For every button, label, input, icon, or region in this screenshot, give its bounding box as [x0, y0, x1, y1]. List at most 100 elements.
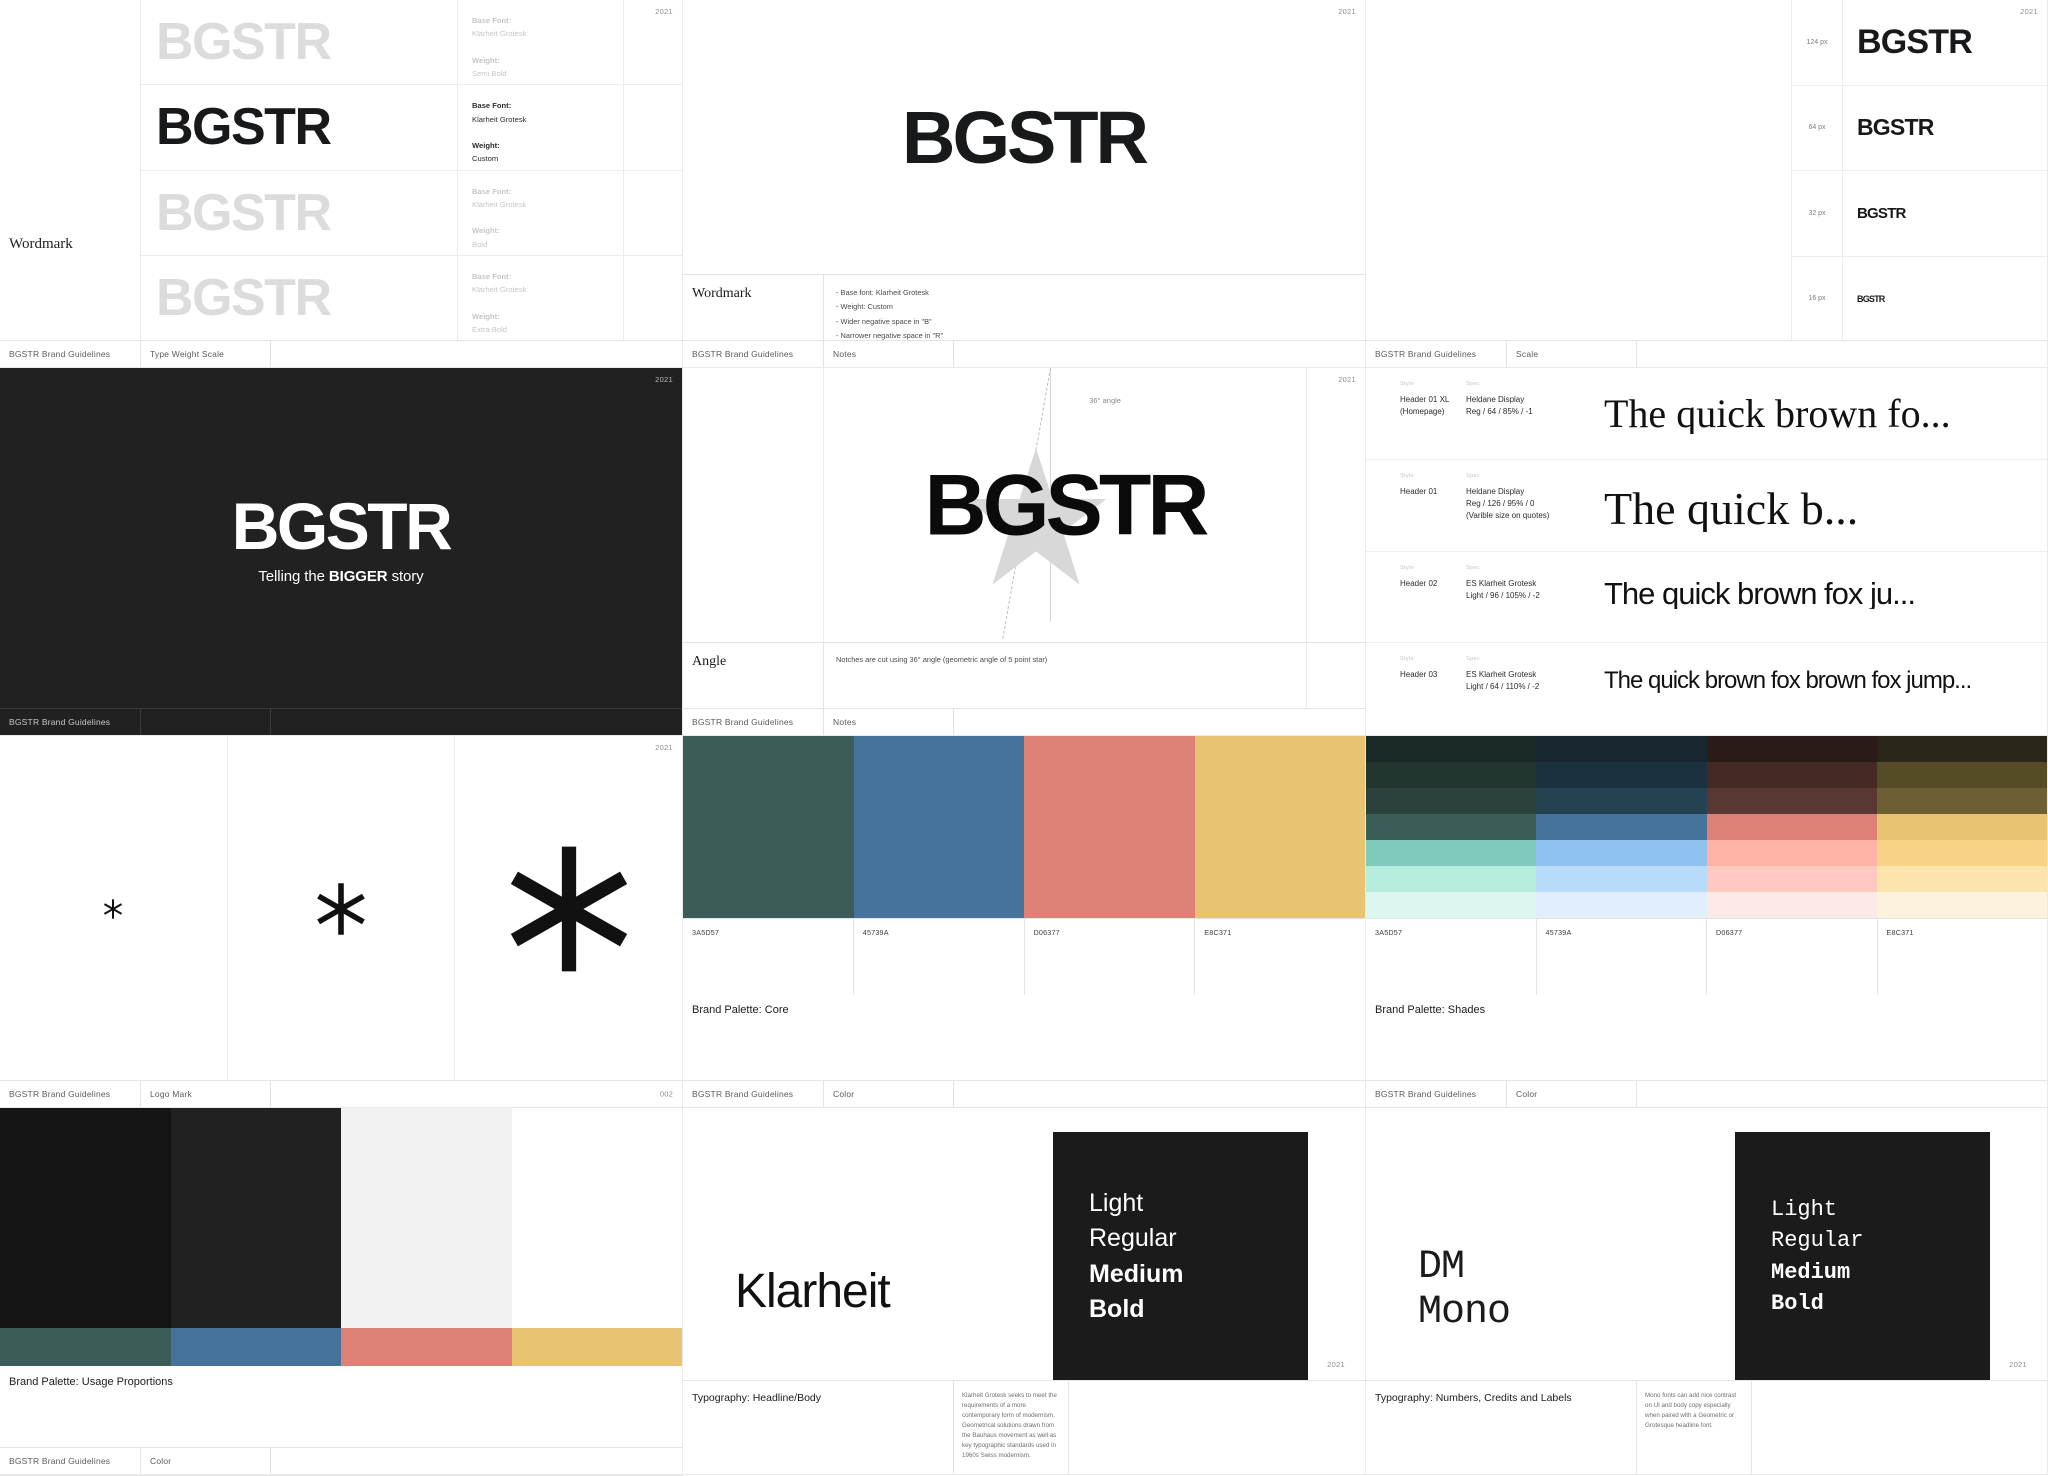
specimen-column: Specimen The quick brown fox brown fox j… — [1596, 669, 2047, 693]
style-name-line1: Header 01 XL — [1400, 395, 1450, 404]
footer-section: Color — [140, 1448, 270, 1474]
shade — [1536, 892, 1707, 918]
style-name-line2: (Homepage) — [1400, 407, 1445, 416]
weight-bold: Bold — [1771, 1290, 1824, 1316]
slide-typography-dmmono[interactable]: DM Mono Light Regular Medium Bold 2021 T… — [1366, 1108, 2048, 1475]
hex-row: 3A5D57 45739A D06377 E8C371 — [1366, 918, 2047, 995]
mark-cell-small[interactable] — [0, 736, 228, 1081]
asterisk-medium-icon — [317, 882, 365, 935]
type-style-row[interactable]: Style Header 01 Spec Heldane Display Reg… — [1366, 460, 2047, 552]
section-label: Angle — [692, 654, 727, 669]
shade-column-coral[interactable] — [1706, 736, 1877, 918]
slide-logo-lockup[interactable]: 2021 BGSTR Telling the BIGGER story BGST… — [0, 368, 683, 736]
weight-value: Semi Bold — [472, 69, 507, 79]
type-style-row[interactable]: Style Header 03 Spec ES Klarheit Grotesk… — [1366, 643, 2047, 735]
scale-spacer — [1366, 0, 1791, 341]
footer-spacer — [1636, 341, 2047, 367]
font-family-name: DM Mono — [1418, 1245, 1511, 1336]
footer-brand: BGSTR Brand Guidelines — [9, 1089, 111, 1099]
swatch-gold[interactable] — [1194, 736, 1365, 918]
footer-brand: BGSTR Brand Guidelines — [692, 349, 794, 359]
scale-row[interactable]: 16 px BGSTR — [1792, 256, 2047, 341]
slide-angle[interactable]: 2021 36° angle BGSTR Angle Notches are c… — [683, 368, 1366, 736]
bottom-spacer — [1068, 1381, 1365, 1474]
footer-section: Notes — [823, 709, 953, 735]
type-style-row[interactable]: Style Header 01 XL (Homepage) Spec Helda… — [1366, 368, 2047, 460]
style-column: Style Header 02 — [1366, 565, 1466, 590]
slide-type-weight-scale[interactable]: 2021 Wordmark BGSTR Base Font: Klarheit … — [0, 0, 683, 368]
scale-row[interactable]: 64 px BGSTR — [1792, 85, 2047, 171]
scale-size-label: 16 px — [1808, 295, 1826, 303]
wordmark-stage: BGSTR — [683, 0, 1365, 275]
section-label: Wordmark — [692, 286, 752, 301]
bottom-spacer — [1751, 1381, 2047, 1474]
weight-row[interactable]: BGSTR Base Font: Klarheit Grotesk Weight… — [140, 85, 682, 171]
shade — [1366, 788, 1537, 814]
spec-line1: ES Klarheit Grotesk — [1466, 578, 1537, 588]
column-header-spec: Spec — [1466, 381, 1480, 387]
slide-wordmark-notes[interactable]: 2021 BGSTR Wordmark - Base font: Klarhei… — [683, 0, 1366, 368]
specimen-text: The quick b... — [1604, 485, 1859, 532]
shade — [1366, 840, 1537, 866]
specimen-column: Specimen The quick brown fox ju... — [1596, 578, 2047, 609]
note-line: - Base font: Klarheit Grotesk — [836, 288, 929, 297]
footer-brand: BGSTR Brand Guidelines — [9, 349, 111, 359]
shade — [1366, 814, 1537, 840]
spec-column: Spec Heldane Display Reg / 126 / 95% / 0… — [1466, 473, 1596, 522]
weight-key: Weight: — [472, 141, 500, 151]
usage-proportion-grid — [0, 1108, 682, 1366]
footer-brand: BGSTR Brand Guidelines — [692, 1089, 794, 1099]
slide-logo-mark[interactable]: 2021 BGSTR Brand Guidelines Logo Mark 00… — [0, 736, 683, 1108]
weight-row[interactable]: BGSTR Base Font: Klarheit Grotesk Weight… — [140, 0, 682, 86]
slide-palette-core[interactable]: 3A5D57 45739A D06377 E8C371 Brand Palett… — [683, 736, 1366, 1108]
type-style-row[interactable]: Style Header 02 Spec ES Klarheit Grotesk… — [1366, 552, 2047, 644]
weight-row[interactable]: BGSTR Base Font: Klarheit Grotesk Weight… — [140, 170, 682, 256]
usage-column-1[interactable] — [0, 1108, 171, 1366]
swatch-deep-green[interactable] — [683, 736, 854, 918]
scale-specimen: BGSTR — [1842, 85, 2047, 170]
footer-section: Notes — [823, 341, 953, 367]
swatch-coral[interactable] — [1024, 736, 1195, 918]
scale-row[interactable]: 124 px BGSTR — [1792, 0, 2047, 86]
scale-row[interactable]: 32 px BGSTR — [1792, 171, 2047, 257]
slide-palette-shades[interactable]: 3A5D57 45739A D06377 E8C371 Brand Palett… — [1366, 736, 2048, 1108]
shade — [1706, 762, 1877, 788]
usage-column-3[interactable] — [341, 1108, 512, 1366]
slide-typography-scale[interactable]: Style Header 01 XL (Homepage) Spec Helda… — [1366, 368, 2048, 736]
footer-section: Type Weight Scale — [140, 341, 270, 367]
scale-specimen: BGSTR — [1842, 171, 2047, 256]
typography-note: Mono fonts can add nice contrast on UI a… — [1636, 1381, 1751, 1474]
shade-column-gold[interactable] — [1876, 736, 2047, 918]
slide-typography-klarheit[interactable]: Klarheit Light Regular Medium Bold 2021 … — [683, 1108, 1366, 1475]
scale-specimen: BGSTR — [1842, 0, 2047, 85]
spec-line1: ES Klarheit Grotesk — [1466, 670, 1537, 680]
scale-size-label: 124 px — [1806, 38, 1828, 46]
usage-accent-block — [341, 1328, 512, 1366]
swatch-ocean-blue[interactable] — [853, 736, 1024, 918]
usage-column-2[interactable] — [170, 1108, 341, 1366]
hex-label: D06377 — [1707, 919, 1878, 995]
slide-palette-usage[interactable]: Brand Palette: Usage Proportions BGSTR B… — [0, 1108, 683, 1475]
mark-cell-large[interactable] — [455, 736, 682, 1081]
slide-footer: BGSTR Brand Guidelines Notes — [683, 708, 1365, 735]
shade-column-ocean-blue[interactable] — [1536, 736, 1707, 918]
wordmark: BGSTR — [231, 488, 453, 563]
usage-primary-block — [0, 1108, 171, 1328]
footer-section: Color — [823, 1081, 953, 1107]
shade-column-deep-green[interactable] — [1366, 736, 1537, 918]
usage-column-4[interactable] — [511, 1108, 682, 1366]
slide-footer: BGSTR Brand Guidelines Scale — [1366, 340, 2047, 367]
weight-spec: Base Font: Klarheit Grotesk Weight: Bold — [457, 170, 682, 255]
weights-panel: Light Regular Medium Bold — [1053, 1132, 1308, 1381]
mark-cell-medium[interactable] — [228, 736, 456, 1081]
slide-year: 2021 — [1327, 1360, 1345, 1369]
hex-label: 3A5D57 — [1366, 919, 1537, 995]
slide-scale[interactable]: 2021 124 px BGSTR 64 px BGSTR 32 px BGST… — [1366, 0, 2048, 368]
hex-label: 3A5D57 — [683, 919, 854, 995]
hex-label: 45739A — [1537, 919, 1707, 995]
footer-brand: BGSTR Brand Guidelines — [692, 717, 794, 727]
weight-light: Light — [1771, 1197, 1838, 1223]
style-column: Style Header 01 — [1366, 473, 1466, 498]
weight-row[interactable]: BGSTR Base Font: Klarheit Grotesk Weight… — [140, 255, 682, 341]
angle-note: Notches are cut using 36° angle (geometr… — [823, 643, 1365, 709]
